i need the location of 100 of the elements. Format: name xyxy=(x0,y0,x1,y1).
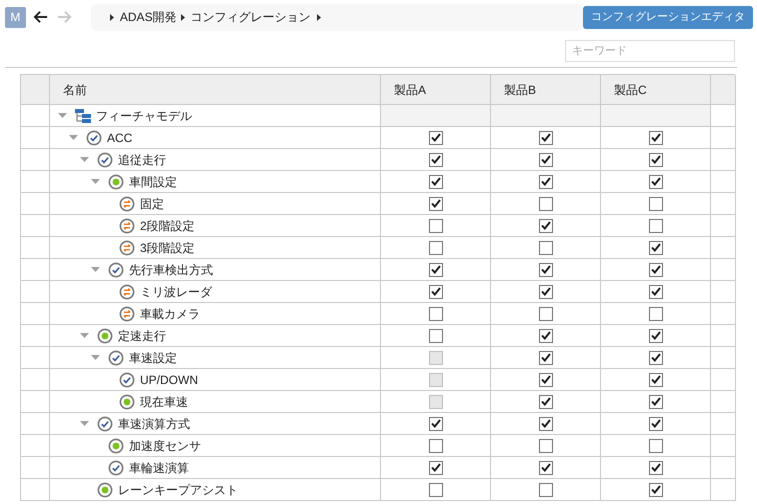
checkbox[interactable] xyxy=(538,174,552,188)
feature-name: 車載カメラ xyxy=(140,306,200,322)
feature-name: ミリ波レーダ xyxy=(140,284,212,300)
checkbox[interactable] xyxy=(538,130,552,144)
feature-name: UP/DOWN xyxy=(140,372,198,388)
checkbox[interactable] xyxy=(428,218,442,232)
expand-triangle-icon[interactable] xyxy=(90,178,100,184)
checkbox[interactable] xyxy=(648,196,662,210)
feature-name: 固定 xyxy=(140,196,164,212)
checkbox[interactable] xyxy=(538,394,552,408)
checkbox[interactable] xyxy=(428,482,442,496)
feature-name: 2段階設定 xyxy=(140,218,195,234)
expand-triangle-icon[interactable] xyxy=(58,112,66,118)
dot-circle-icon xyxy=(97,328,113,344)
feature-name: 加速度センサ xyxy=(129,438,201,454)
checkbox[interactable] xyxy=(538,328,552,342)
checkbox[interactable] xyxy=(538,306,552,320)
expand-triangle-icon[interactable] xyxy=(80,420,88,426)
checkbox[interactable] xyxy=(648,416,662,430)
checkbox[interactable] xyxy=(648,328,662,342)
expand-triangle-icon[interactable] xyxy=(90,266,100,272)
swap-arrows-icon xyxy=(119,284,135,300)
checkbox[interactable] xyxy=(538,240,552,254)
dot-circle-icon xyxy=(119,394,135,410)
check-circle-icon xyxy=(108,262,124,278)
table-cell xyxy=(711,105,736,127)
back-arrow-icon[interactable] xyxy=(32,10,48,24)
checkbox[interactable] xyxy=(648,152,662,166)
checkbox[interactable] xyxy=(538,350,552,364)
header-cell xyxy=(711,75,736,105)
checkbox[interactable] xyxy=(648,174,662,188)
check-circle-icon xyxy=(97,152,113,168)
checkbox[interactable] xyxy=(648,372,662,386)
feature-name: 追従走行 xyxy=(118,152,166,168)
breadcrumb-link[interactable]: コンフィグレーション xyxy=(190,8,311,26)
checkbox[interactable] xyxy=(538,262,552,276)
checkbox[interactable] xyxy=(428,284,442,298)
checkbox[interactable] xyxy=(538,218,552,232)
checkbox[interactable] xyxy=(428,152,442,166)
column-header: 名前 xyxy=(50,75,381,105)
configuration-editor-button[interactable]: コンフィグレーションエディタ xyxy=(583,6,753,28)
checkbox[interactable] xyxy=(428,262,442,276)
checkbox[interactable] xyxy=(428,130,442,144)
checkbox[interactable] xyxy=(538,482,552,496)
feature-name: 車速演算方式 xyxy=(118,416,190,432)
checkbox[interactable] xyxy=(538,152,552,166)
feature-name: 定速走行 xyxy=(118,328,166,344)
checkbox[interactable] xyxy=(428,328,442,342)
checkbox[interactable] xyxy=(428,460,442,474)
checkbox[interactable] xyxy=(648,240,662,254)
checkbox[interactable] xyxy=(648,350,662,364)
feature-name: ACC xyxy=(107,130,132,146)
checkbox[interactable] xyxy=(428,174,442,188)
checkbox[interactable] xyxy=(428,306,442,320)
breadcrumb-caret-icon xyxy=(180,14,185,20)
checkbox[interactable] xyxy=(648,218,662,232)
dot-circle-icon xyxy=(97,482,113,498)
swap-arrows-icon xyxy=(119,306,135,322)
swap-arrows-icon xyxy=(119,240,135,256)
feature-name: レーンキープアシスト xyxy=(118,482,238,498)
expand-triangle-icon[interactable] xyxy=(90,354,100,360)
breadcrumb-caret-icon xyxy=(110,14,114,20)
checkbox[interactable] xyxy=(648,482,662,496)
checkbox[interactable] xyxy=(538,416,552,430)
checkbox[interactable] xyxy=(648,438,662,452)
dot-circle-icon xyxy=(108,174,124,190)
checkbox[interactable] xyxy=(428,438,442,452)
expand-triangle-icon[interactable] xyxy=(80,332,88,338)
check-circle-icon xyxy=(108,460,124,476)
breadcrumb-link[interactable]: ADAS開発 xyxy=(120,8,177,26)
feature-name: 3段階設定 xyxy=(140,240,195,256)
check-circle-icon xyxy=(108,350,124,366)
checkbox[interactable] xyxy=(538,460,552,474)
tree-structure-icon xyxy=(75,108,91,124)
keyword-search-field[interactable]: キーワード xyxy=(565,40,735,62)
feature-name: 車輪速演算 xyxy=(129,460,189,476)
feature-name: 車間設定 xyxy=(129,174,177,190)
feature-name: 車速設定 xyxy=(129,350,177,366)
feature-name: フィーチャモデル xyxy=(96,108,192,124)
breadcrumb-caret-icon xyxy=(316,14,321,20)
checkbox[interactable] xyxy=(648,262,662,276)
expand-triangle-icon[interactable] xyxy=(80,156,88,162)
checkbox[interactable] xyxy=(648,284,662,298)
checkbox[interactable] xyxy=(428,240,442,254)
checkbox[interactable] xyxy=(538,438,552,452)
feature-name: 現在車速 xyxy=(140,394,188,410)
checkbox[interactable] xyxy=(538,196,552,210)
check-circle-icon xyxy=(97,416,113,432)
checkbox[interactable] xyxy=(648,394,662,408)
checkbox[interactable] xyxy=(648,130,662,144)
checkbox[interactable] xyxy=(648,306,662,320)
check-circle-icon xyxy=(119,372,135,388)
checkbox[interactable] xyxy=(538,372,552,386)
checkbox[interactable] xyxy=(428,416,442,430)
swap-arrows-icon xyxy=(119,218,135,234)
checkbox[interactable] xyxy=(648,460,662,474)
checkbox[interactable] xyxy=(538,284,552,298)
feature-name: 先行車検出方式 xyxy=(129,262,213,278)
expand-triangle-icon[interactable] xyxy=(68,134,78,140)
checkbox[interactable] xyxy=(428,196,442,210)
